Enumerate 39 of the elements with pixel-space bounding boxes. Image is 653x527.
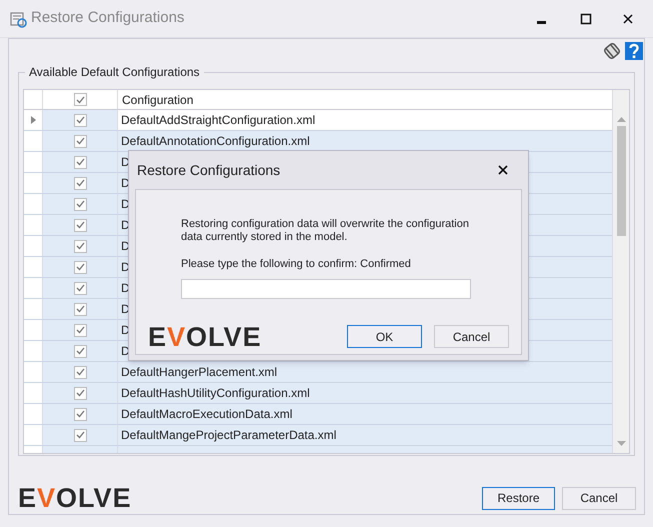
close-icon[interactable] — [498, 165, 508, 175]
column-header[interactable]: Configuration — [122, 90, 194, 108]
restore-button[interactable]: Restore — [482, 486, 555, 510]
evolve-logo: EVOLVE — [18, 486, 132, 510]
scroll-thumb[interactable] — [616, 126, 626, 236]
table-cell: DefaultMangeProjectParameterData.xml — [118, 425, 612, 445]
row-checkbox[interactable] — [74, 366, 86, 378]
row-checkbox[interactable] — [74, 176, 86, 190]
confirm-input-field[interactable] — [181, 278, 471, 298]
table-cell: DefaultMacroExecutionData.xml — [118, 404, 612, 424]
row-checkbox[interactable] — [74, 428, 86, 442]
table-cell: DefaultHashUtilityConfiguration.xml — [118, 383, 612, 403]
confirm-prompt: Please type the following to confirm: Confirmed — [181, 257, 411, 272]
table-cell: DefaultHangerPlacement.xml — [118, 362, 612, 382]
row-checkbox[interactable] — [74, 302, 86, 316]
header-checkbox[interactable] — [74, 93, 86, 106]
row-checkbox[interactable] — [74, 408, 86, 420]
close-icon[interactable] — [622, 12, 634, 24]
row-checkbox[interactable] — [74, 344, 86, 358]
row-checkbox[interactable] — [74, 386, 86, 400]
help-icon[interactable] — [625, 42, 643, 60]
app-icon — [9, 10, 27, 28]
row-checkbox[interactable] — [74, 198, 86, 210]
row-checkbox[interactable] — [74, 282, 86, 294]
cancel-button[interactable]: Cancel — [562, 486, 636, 510]
cancel-button[interactable]: Cancel — [434, 325, 509, 348]
row-checkbox[interactable] — [74, 114, 86, 126]
row-checkbox[interactable] — [74, 156, 86, 168]
group-title: Available Default Configurations — [25, 64, 204, 80]
row-checkbox[interactable] — [74, 240, 86, 252]
ok-button[interactable]: OK — [347, 325, 422, 348]
table-cell: DefaultAnnotationConfiguration.xml — [118, 131, 612, 151]
row-checkbox[interactable] — [74, 260, 86, 274]
row-checkbox[interactable] — [74, 218, 86, 232]
window-title: Restore Configurations — [31, 8, 184, 28]
maximize-icon[interactable] — [580, 12, 592, 24]
row-checkbox[interactable] — [74, 134, 86, 148]
scrollbar[interactable] — [612, 90, 629, 453]
row-checkbox[interactable] — [74, 324, 86, 336]
